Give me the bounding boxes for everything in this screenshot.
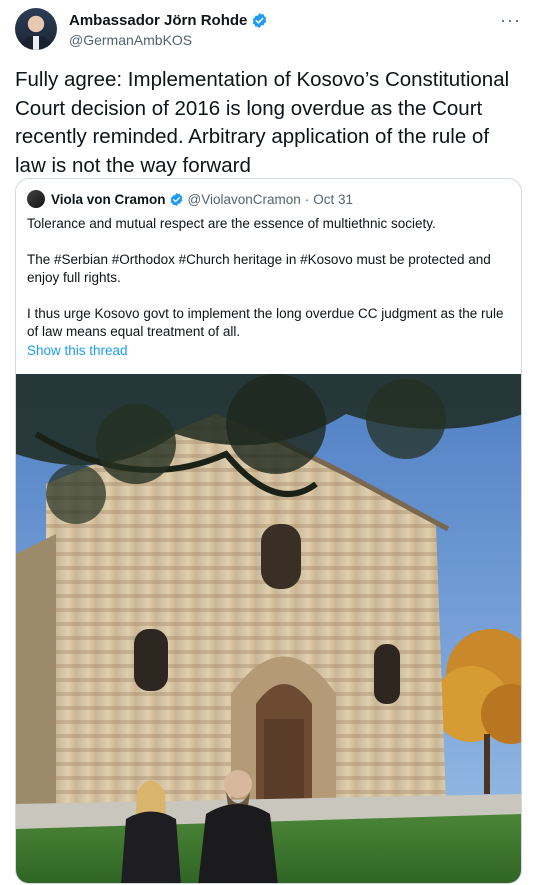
- quoted-paragraph-3: I thus urge Kosovo govt to implement the…: [27, 305, 504, 340]
- more-options-icon[interactable]: ···: [500, 10, 521, 31]
- quoted-tweet-card[interactable]: Viola von Cramon @ViolavonCramon · Oct 3…: [15, 178, 522, 884]
- author-name-line[interactable]: Ambassador Jörn Rohde: [69, 12, 268, 29]
- tweet-text: Fully agree: Implementation of Kosovo’s …: [15, 68, 510, 177]
- quoted-tweet-photo[interactable]: [16, 374, 521, 883]
- avatar-shirt: [33, 36, 39, 50]
- meta-separator: ·: [304, 191, 310, 207]
- verified-badge-icon: [253, 13, 267, 28]
- tweet-header: Ambassador Jörn Rohde @GermanAmbKOS ···: [15, 8, 521, 54]
- quoted-date: Oct 31: [313, 191, 354, 207]
- quoted-paragraph-2: The #Serbian #Orthodox #Church heritage …: [27, 251, 491, 286]
- quoted-tweet-text: Tolerance and mutual respect are the ess…: [27, 215, 507, 359]
- quoted-tweet-header: Viola von Cramon @ViolavonCramon · Oct 3…: [27, 190, 353, 208]
- author-name[interactable]: Ambassador Jörn Rohde: [69, 12, 247, 29]
- quoted-author-handle: @ViolavonCramon: [187, 191, 301, 207]
- author-handle[interactable]: @GermanAmbKOS: [69, 32, 192, 48]
- quoted-author-avatar: [27, 190, 45, 208]
- quoted-paragraph-1: Tolerance and mutual respect are the ess…: [27, 216, 436, 231]
- quoted-author-name: Viola von Cramon: [51, 191, 166, 207]
- show-thread-link[interactable]: Show this thread: [27, 343, 128, 358]
- verified-badge-icon: [170, 192, 182, 206]
- author-avatar[interactable]: [15, 8, 57, 50]
- church-photo-image: [16, 374, 521, 883]
